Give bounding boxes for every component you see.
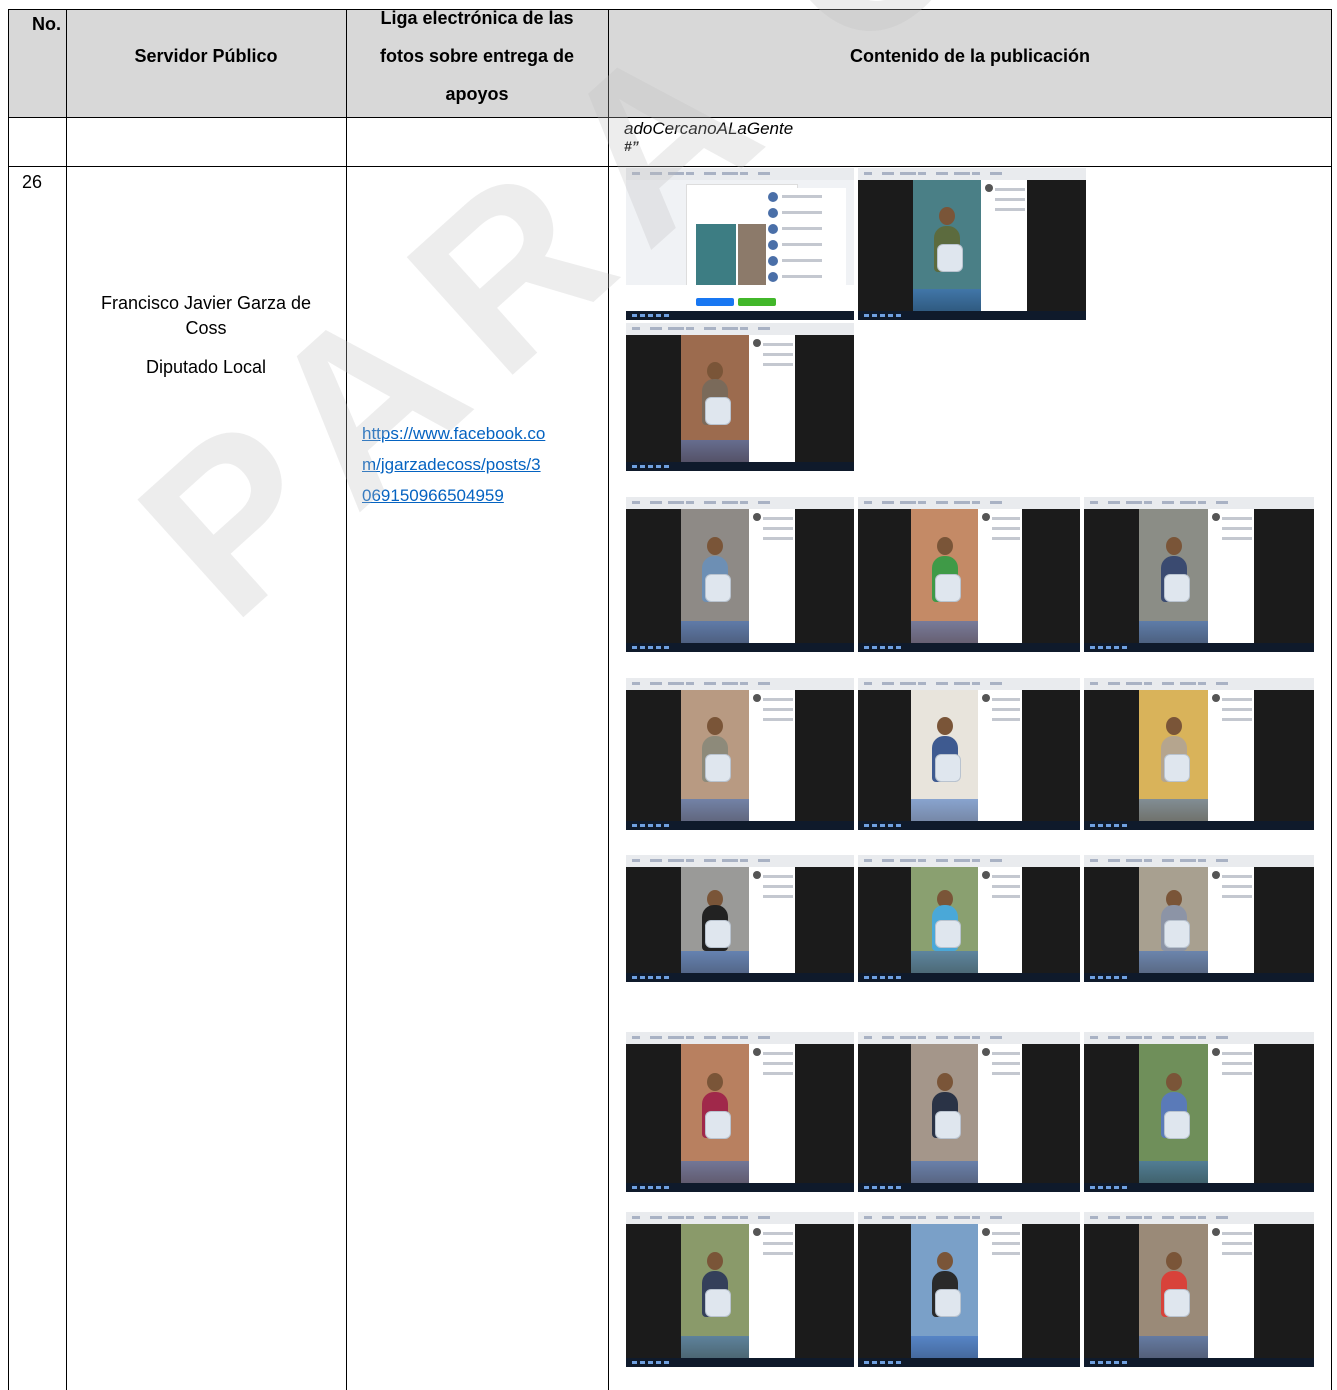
post-screenshot [1084,855,1314,982]
post-screenshot [858,1212,1080,1367]
post-screenshot [626,855,854,982]
grid-line [346,9,347,1390]
header-liga-line3: apoyos [445,84,509,104]
servant-position: Diputado Local [145,357,267,377]
header-servidor-publico: Servidor Público [134,46,278,66]
post-screenshot [1084,678,1314,830]
continuation-content-line1: adoCercanoALaGente [624,119,794,138]
post-screenshot [1084,1212,1314,1367]
post-screenshot [626,1032,854,1192]
link-line1[interactable]: https://www.facebook.co [362,418,602,449]
facebook-post-link[interactable]: https://www.facebook.co m/jgarzadecoss/p… [362,418,602,511]
post-screenshot [626,678,854,830]
header-liga-line1: Liga electrónica de las [380,8,574,28]
post-screenshot [1084,497,1314,652]
grid-line [1331,9,1332,1390]
link-line3[interactable]: 069150966504959 [362,480,602,511]
post-screenshot [858,497,1080,652]
header-liga-line2: fotos sobre entrega de [379,46,575,66]
header-contenido: Contenido de la publicación [849,46,1090,66]
post-screenshot [626,323,854,471]
post-screenshot [858,168,1086,320]
grid-line [608,9,609,1390]
row-number: 26 [22,172,43,192]
post-screenshot [1084,1032,1314,1192]
post-screenshot [626,168,854,320]
grid-line [8,117,1332,118]
grid-line [8,9,1332,10]
link-line2[interactable]: m/jgarzadecoss/posts/3 [362,449,602,480]
continuation-content-line2: #” [624,138,639,154]
grid-line [8,166,1332,167]
post-screenshot [858,678,1080,830]
post-screenshot [858,855,1080,982]
servant-name-line1: Francisco Javier Garza de [100,293,312,313]
post-screenshot [626,497,854,652]
grid-line [66,9,67,1390]
header-no: No. [32,14,61,34]
grid-line [8,9,9,1390]
servant-name-line2: Coss [185,318,227,338]
post-screenshot [858,1032,1080,1192]
post-screenshot [626,1212,854,1367]
